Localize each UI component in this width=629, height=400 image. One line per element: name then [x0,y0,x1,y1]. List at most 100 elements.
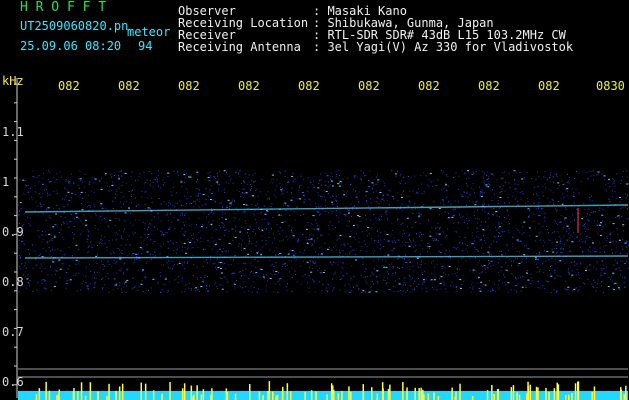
noise-speck [42,239,44,241]
noise-speck [142,291,144,292]
noise-speck [87,252,89,254]
noise-speck [97,228,99,230]
noise-speck [205,284,207,286]
noise-speck [377,179,380,181]
noise-speck [190,288,192,290]
noise-speck [218,187,220,189]
noise-speck [414,280,416,282]
noise-speck [303,195,305,197]
noise-speck [81,203,82,204]
noise-speck [295,253,297,255]
noise-speck [151,173,153,174]
noise-speck [254,219,256,221]
noise-speck [333,203,335,205]
noise-speck [329,262,331,263]
noise-speck [162,231,163,233]
noise-speck [125,291,127,293]
noise-speck [157,181,159,183]
noise-speck [234,237,237,238]
noise-speck [224,191,225,193]
noise-speck [489,184,491,186]
activity-spike [115,390,117,400]
noise-speck [538,254,540,256]
noise-speck [525,284,527,286]
noise-speck [592,179,594,181]
noise-speck [29,224,31,226]
noise-speck [427,251,429,252]
noise-speck [526,270,528,272]
noise-speck [544,288,546,290]
noise-speck [128,191,130,192]
noise-speck [467,170,469,172]
noise-speck [334,271,336,273]
noise-speck [355,196,358,198]
noise-speck [28,281,30,283]
noise-speck [567,240,568,242]
noise-speck [198,290,200,292]
noise-speck [93,182,95,184]
noise-speck [21,281,23,283]
noise-speck [601,268,603,270]
noise-speck [450,284,452,286]
noise-speck [90,241,92,243]
noise-speck [305,228,308,230]
noise-speck [226,291,228,293]
noise-speck [468,220,470,221]
noise-speck [448,274,449,276]
noise-speck [599,247,601,249]
noise-speck [104,284,106,286]
noise-speck [231,200,233,202]
noise-speck [601,280,603,282]
noise-speck [66,280,68,282]
noise-speck [119,229,121,231]
noise-speck [167,267,169,269]
noise-speck [538,176,540,178]
noise-speck [65,287,67,289]
noise-speck [18,245,19,247]
noise-speck [115,272,117,274]
noise-speck [376,201,378,203]
noise-speck [245,255,247,257]
noise-speck [353,286,354,288]
noise-speck [546,197,548,199]
noise-speck [32,176,34,178]
noise-speck [116,190,118,192]
noise-speck [114,224,116,226]
noise-speck [23,243,25,245]
noise-speck [256,253,258,255]
noise-speck [238,245,239,247]
noise-speck [251,271,252,272]
noise-speck [115,212,117,214]
noise-speck [37,255,39,257]
noise-speck [484,265,486,267]
noise-speck [253,229,255,230]
noise-speck [58,232,60,233]
noise-speck [119,170,121,172]
noise-speck [269,223,271,225]
noise-speck [365,175,366,177]
noise-speck [391,223,393,225]
noise-speck [202,248,204,250]
noise-speck [350,246,352,248]
noise-speck [415,244,417,246]
noise-speck [409,191,411,193]
noise-speck [328,225,330,226]
noise-speck [65,216,66,218]
noise-speck [473,271,475,273]
noise-speck [497,203,499,204]
noise-speck [247,232,249,234]
noise-speck [452,273,454,275]
noise-speck [325,172,327,174]
noise-speck [608,178,610,180]
noise-speck [161,289,163,291]
noise-speck [261,235,263,237]
noise-speck [190,195,192,197]
noise-speck [496,241,497,243]
noise-speck [307,177,309,179]
noise-speck [354,239,356,241]
noise-speck [316,223,318,225]
noise-speck [144,222,146,224]
noise-speck [46,191,48,193]
noise-speck [156,177,158,179]
noise-speck [274,189,276,191]
